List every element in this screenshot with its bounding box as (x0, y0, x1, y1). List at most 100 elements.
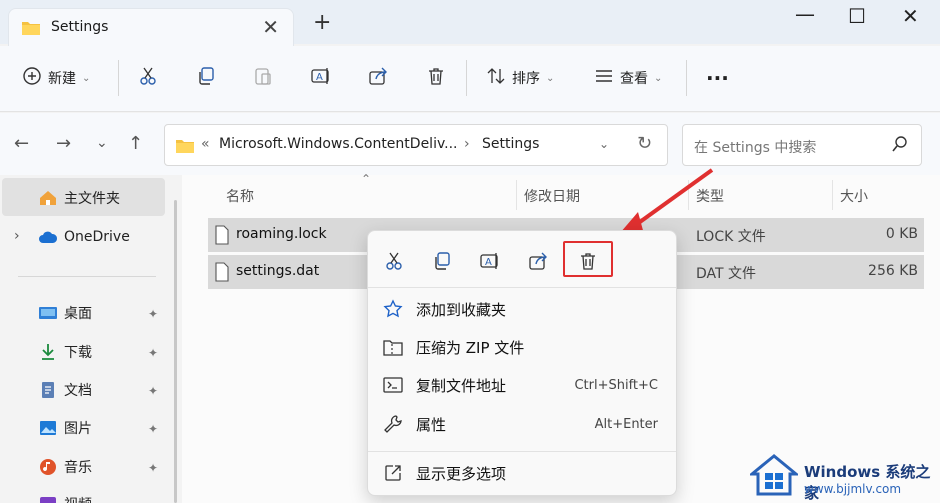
divider (368, 451, 676, 452)
file-size: 256 KB (868, 263, 918, 279)
column-header-name[interactable]: 名称 (226, 186, 254, 206)
chevron-down-icon: ⌄ (546, 72, 555, 84)
copy-icon[interactable] (428, 247, 456, 275)
star-icon (382, 299, 404, 319)
menu-item-label: 添加到收藏夹 (416, 300, 507, 319)
column-header-size[interactable]: 大小 (840, 186, 868, 206)
pin-icon[interactable]: ✦ (148, 346, 158, 360)
context-menu: A 添加到收藏夹 压缩为 ZIP 文件 复制文件地址 Ctrl+Shift+C … (367, 230, 677, 496)
menu-item-add-favorites[interactable]: 添加到收藏夹 (382, 295, 662, 323)
cut-icon (138, 66, 158, 90)
expand-chevron-icon[interactable]: › (14, 228, 20, 244)
new-tab-button[interactable]: + (313, 12, 331, 34)
column-divider[interactable] (516, 180, 517, 210)
file-name: settings.dat (236, 263, 320, 279)
tab-title: Settings (51, 19, 109, 35)
breadcrumb-separator: › (464, 136, 470, 152)
chevron-down-icon[interactable]: ⌄ (599, 137, 609, 151)
menu-item-properties[interactable]: 属性 Alt+Enter (382, 410, 662, 438)
breadcrumb-current[interactable]: Settings (482, 136, 539, 152)
file-icon (214, 262, 230, 286)
sidebar-label: 图片 (64, 421, 92, 437)
pictures-icon (38, 419, 58, 437)
view-button[interactable]: 查看 ⌄ (594, 66, 662, 90)
copy-icon (196, 66, 216, 90)
delete-icon[interactable] (574, 247, 602, 275)
breadcrumb-parent[interactable]: Microsoft.Windows.ContentDeliv... (219, 136, 458, 152)
sidebar-scrollbar[interactable] (174, 200, 177, 503)
pin-icon[interactable]: ✦ (148, 461, 158, 475)
tab-settings[interactable]: Settings ✕ (8, 8, 294, 46)
show-more-icon (382, 463, 404, 483)
maximize-button[interactable]: ☐ (848, 4, 866, 28)
sidebar-item-desktop[interactable]: 桌面 (38, 303, 92, 323)
view-label: 查看 (620, 71, 648, 87)
sidebar-label: 下载 (64, 345, 92, 361)
shortcut-label: Ctrl+Shift+C (574, 377, 658, 393)
search-icon[interactable] (891, 135, 909, 157)
divider (18, 276, 156, 277)
menu-item-show-more-options[interactable]: 显示更多选项 (382, 459, 662, 487)
delete-button[interactable] (426, 66, 446, 90)
share-button[interactable] (368, 66, 388, 90)
home-icon (38, 189, 58, 207)
copy-path-icon (382, 376, 404, 394)
view-icon (594, 66, 614, 90)
paste-icon (253, 66, 273, 90)
pin-icon[interactable]: ✦ (148, 384, 158, 398)
rename-icon[interactable]: A (476, 247, 504, 275)
forward-button[interactable]: → (56, 133, 71, 154)
breadcrumb-overflow[interactable]: « (201, 136, 210, 152)
sort-ascending-icon: ⌃ (361, 172, 372, 186)
desktop-icon (38, 304, 58, 322)
menu-item-label: 显示更多选项 (416, 464, 507, 483)
watermark-url: www.bjjmlv.com (804, 482, 902, 496)
column-divider[interactable] (832, 180, 833, 210)
cut-icon[interactable] (380, 247, 408, 275)
svg-text:A: A (485, 257, 492, 268)
sort-icon (486, 66, 506, 90)
column-header-modified[interactable]: 修改日期 (524, 186, 580, 206)
minimize-button[interactable]: — (795, 2, 815, 26)
sidebar-item-downloads[interactable]: 下载 (38, 342, 92, 362)
folder-icon (175, 138, 195, 158)
refresh-button[interactable]: ↻ (637, 133, 652, 154)
sidebar-item-videos[interactable]: 视频 (38, 494, 92, 503)
new-button[interactable]: 新建 ⌄ (22, 66, 90, 90)
copy-button[interactable] (196, 66, 216, 90)
sidebar-item-music[interactable]: 音乐 (38, 457, 92, 477)
menu-item-copy-path[interactable]: 复制文件地址 Ctrl+Shift+C (382, 371, 662, 399)
file-name: roaming.lock (236, 226, 327, 242)
recent-locations-button[interactable]: ⌄ (96, 135, 108, 151)
sort-button[interactable]: 排序 ⌄ (486, 66, 554, 90)
divider (466, 60, 467, 96)
file-size: 0 KB (885, 226, 918, 242)
navigation-pane (0, 175, 180, 503)
new-icon (22, 66, 42, 90)
cut-button[interactable] (138, 66, 158, 90)
pin-icon[interactable]: ✦ (148, 422, 158, 436)
sidebar-item-home-label[interactable]: 主文件夹 (38, 188, 120, 208)
file-type: DAT 文件 (696, 266, 757, 282)
sidebar-item-documents[interactable]: 文档 (38, 380, 92, 400)
address-bar[interactable]: « Microsoft.Windows.ContentDeliv... › Se… (164, 124, 668, 166)
up-button[interactable]: ↑ (128, 133, 143, 154)
sidebar-item-pictures[interactable]: 图片 (38, 418, 92, 438)
pin-icon[interactable]: ✦ (148, 307, 158, 321)
search-input[interactable]: 在 Settings 中搜索 (694, 137, 816, 157)
paste-button[interactable] (253, 66, 273, 90)
rename-button[interactable]: A (310, 66, 332, 90)
more-options-button[interactable]: ··· (706, 66, 729, 90)
svg-text:A: A (316, 72, 323, 83)
share-icon[interactable] (524, 247, 552, 275)
watermark: Windows 系统之家 www.bjjmlv.com (747, 452, 940, 502)
back-button[interactable]: ← (14, 133, 29, 154)
tab-close-icon[interactable]: ✕ (262, 15, 279, 39)
more-icon: ··· (706, 66, 729, 90)
share-icon (368, 66, 388, 90)
menu-item-compress-zip[interactable]: 压缩为 ZIP 文件 (382, 333, 662, 361)
sort-label: 排序 (512, 71, 540, 87)
menu-item-label: 复制文件地址 (416, 376, 507, 395)
close-window-button[interactable]: ✕ (902, 4, 919, 28)
sidebar-item-onedrive[interactable]: OneDrive (38, 228, 130, 246)
